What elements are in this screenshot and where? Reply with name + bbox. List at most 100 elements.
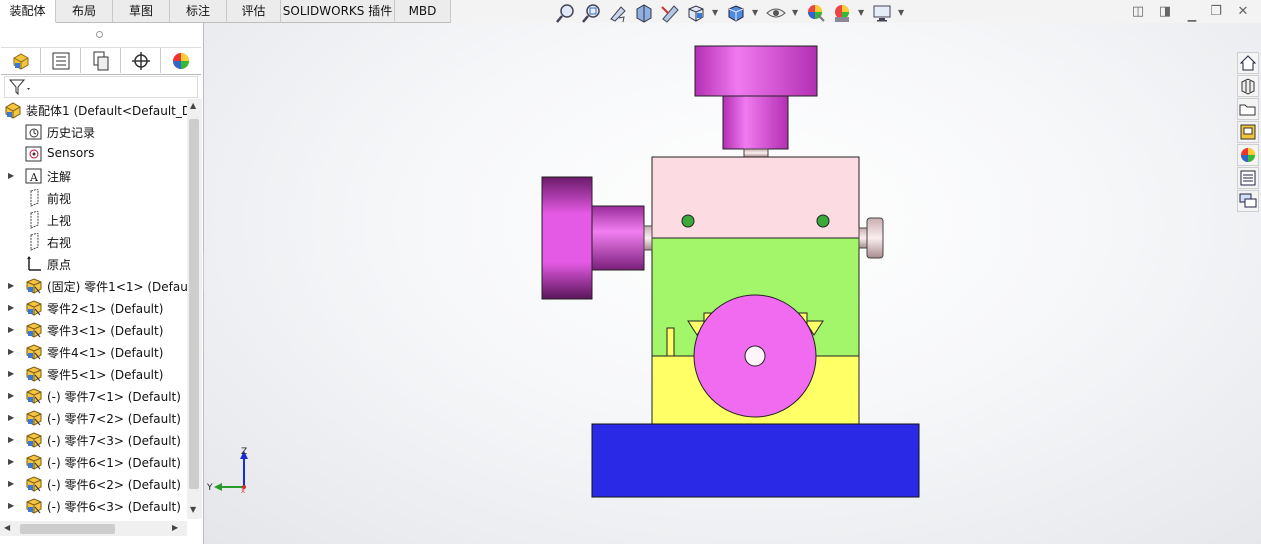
expand-arrow-icon[interactable]: ▶ <box>8 457 14 466</box>
tab-evaluate[interactable]: 评估 <box>227 0 281 23</box>
graphics-area[interactable]: Z Y X <box>204 23 1261 544</box>
apply-scene-dropdown-icon[interactable]: ▼ <box>858 8 864 17</box>
view-settings-icon[interactable] <box>872 3 892 23</box>
scroll-left-icon[interactable]: ◀ <box>4 523 10 532</box>
display-style-icon[interactable] <box>726 3 746 23</box>
view-palette-icon[interactable] <box>1237 121 1259 143</box>
assembly-icon <box>4 101 22 119</box>
zoom-to-fit-icon[interactable] <box>556 3 576 23</box>
expand-arrow-icon[interactable]: ▶ <box>8 391 14 400</box>
appearances-icon[interactable] <box>1237 144 1259 166</box>
tile-left-icon[interactable]: ◫ <box>1129 4 1147 20</box>
part-icon <box>25 343 43 361</box>
tree-root-assembly[interactable]: 装配体1 (Default<Default_D <box>0 99 187 121</box>
forum-icon[interactable] <box>1237 190 1259 212</box>
tree-item[interactable]: ▶ 零件4<1> (Default) <box>0 341 187 363</box>
view-orientation-icon[interactable] <box>686 3 706 23</box>
display-style-dropdown-icon[interactable]: ▼ <box>752 8 758 17</box>
x-axis-label: X <box>241 488 245 495</box>
tree-item-label: (-) 零件6<2> (Default) <box>47 478 181 492</box>
display-pie-icon <box>173 53 189 69</box>
tree-item-label: (-) 零件7<2> (Default) <box>47 412 181 426</box>
scroll-up-icon[interactable]: ▲ <box>190 101 196 110</box>
command-manager-tabs: 装配体 布局 草图 标注 评估 SOLIDWORKS 插件 MBD ▼ ▼ ▼ … <box>0 0 1261 23</box>
expand-arrow-icon[interactable]: ▶ <box>8 171 14 180</box>
scroll-down-icon[interactable]: ▼ <box>190 505 196 514</box>
top-motor-body <box>722 95 789 150</box>
file-explorer-icon[interactable] <box>1237 98 1259 120</box>
edit-appearance-icon[interactable] <box>806 3 826 23</box>
tree-item-label: (-) 零件7<1> (Default) <box>47 390 181 404</box>
tree-item[interactable]: ▶ (-) 零件7<1> (Default) <box>0 385 187 407</box>
tree-item[interactable]: 历史记录 <box>0 121 187 143</box>
tree-filter[interactable] <box>4 76 198 98</box>
tree-item[interactable]: 右视 <box>0 231 187 253</box>
tree-item[interactable]: ▶ A 注解 <box>0 165 187 187</box>
section-view-icon[interactable] <box>634 3 654 23</box>
tree-item[interactable]: ▶ 零件2<1> (Default) <box>0 297 187 319</box>
tree-item[interactable]: ▶ (固定) 零件1<1> (Defau <box>0 275 187 297</box>
tree-item[interactable]: 上视 <box>0 209 187 231</box>
tree-item[interactable]: ▶ (-) 零件7<2> (Default) <box>0 407 187 429</box>
vertical-scroll-thumb[interactable] <box>189 119 199 489</box>
dimxpert-manager-tab[interactable] <box>121 48 161 73</box>
tree-item[interactable]: 前视 <box>0 187 187 209</box>
tree-item-label: 右视 <box>47 236 72 250</box>
tree-item[interactable]: ▶ 零件5<1> (Default) <box>0 363 187 385</box>
expand-arrow-icon[interactable]: ▶ <box>8 435 14 444</box>
close-button[interactable]: ✕ <box>1234 4 1252 20</box>
tree-item[interactable]: ▶ (-) 零件6<2> (Default) <box>0 473 187 495</box>
tree-horizontal-scrollbar[interactable]: ◀ ▶ <box>0 521 187 536</box>
plane-icon <box>25 188 43 207</box>
tree-item[interactable]: 原点 <box>0 253 187 275</box>
dynamic-annotation-icon[interactable] <box>660 3 680 23</box>
view-orientation-dropdown-icon[interactable]: ▼ <box>712 8 718 17</box>
view-settings-dropdown-icon[interactable]: ▼ <box>898 8 904 17</box>
expand-arrow-icon[interactable]: ▶ <box>8 501 14 510</box>
design-library-icon[interactable] <box>1237 75 1259 97</box>
scroll-right-icon[interactable]: ▶ <box>172 523 178 532</box>
wheel-hub-hole <box>744 345 766 367</box>
tree-item[interactable]: ▶ 零件3<1> (Default) <box>0 319 187 341</box>
feature-manager-tab[interactable] <box>1 48 41 73</box>
tab-solidworks-addins[interactable]: SOLIDWORKS 插件 <box>281 0 395 23</box>
assembly-model[interactable]: Z Y X <box>204 23 1261 544</box>
home-icon[interactable] <box>1237 52 1259 74</box>
display-manager-tab[interactable] <box>161 48 200 73</box>
zoom-to-area-icon[interactable] <box>582 3 602 23</box>
property-manager-tab[interactable] <box>41 48 81 73</box>
expand-arrow-icon[interactable]: ▶ <box>8 303 14 312</box>
tile-right-icon[interactable]: ◨ <box>1156 4 1174 20</box>
tab-markup[interactable]: 标注 <box>170 0 227 23</box>
expand-arrow-icon[interactable]: ▶ <box>8 281 14 290</box>
expand-arrow-icon[interactable]: ▶ <box>8 369 14 378</box>
previous-view-icon[interactable] <box>608 3 628 23</box>
hide-show-dropdown-icon[interactable]: ▼ <box>792 8 798 17</box>
tree-item[interactable]: ▶ (-) 零件6<3> (Default) <box>0 495 187 517</box>
tab-mbd[interactable]: MBD <box>395 0 451 23</box>
expand-arrow-icon[interactable]: ▶ <box>8 347 14 356</box>
expand-arrow-icon[interactable]: ▶ <box>8 479 14 488</box>
panel-grip[interactable] <box>96 31 103 38</box>
configuration-manager-tab[interactable] <box>81 48 121 73</box>
minimize-button[interactable]: ▁ <box>1183 8 1201 24</box>
tree-item-label: 前视 <box>47 192 72 206</box>
hide-show-icon[interactable] <box>766 3 786 23</box>
coordinate-triad: Z Y X <box>206 447 248 495</box>
apply-scene-icon[interactable] <box>832 3 852 23</box>
base-plate <box>591 423 920 498</box>
tree-item[interactable]: ▶ (-) 零件6<1> (Default) <box>0 451 187 473</box>
expand-arrow-icon[interactable]: ▶ <box>8 325 14 334</box>
tree-item[interactable]: Sensors <box>0 143 187 165</box>
expand-arrow-icon[interactable]: ▶ <box>8 413 14 422</box>
tree-item[interactable]: ▶ (-) 零件7<3> (Default) <box>0 429 187 451</box>
restore-button[interactable]: ❐ <box>1207 4 1225 20</box>
tab-layout[interactable]: 布局 <box>56 0 113 23</box>
tree-item-label: 零件5<1> (Default) <box>47 368 164 382</box>
tab-assembly[interactable]: 装配体 <box>0 0 56 23</box>
custom-properties-icon[interactable] <box>1237 167 1259 189</box>
bolt-left <box>681 214 695 228</box>
tree-vertical-scrollbar[interactable]: ▲ ▼ <box>187 99 202 519</box>
tab-sketch[interactable]: 草图 <box>113 0 170 23</box>
horizontal-scroll-thumb[interactable] <box>20 524 115 534</box>
